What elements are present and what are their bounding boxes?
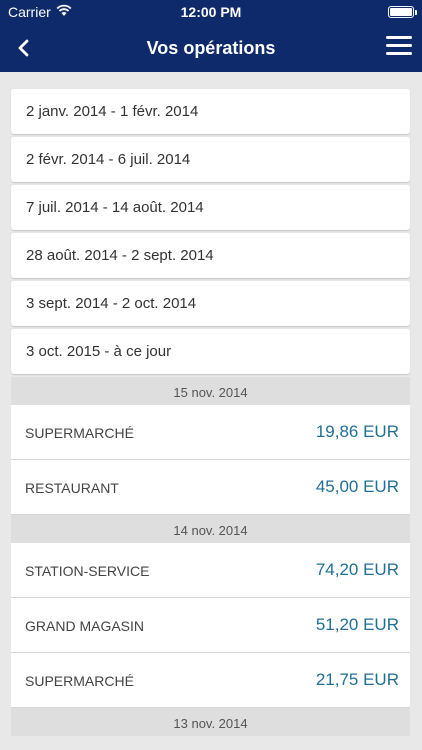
battery-icon bbox=[388, 6, 417, 18]
transaction-amount: 45,00 EUR bbox=[315, 477, 399, 496]
transaction-row[interactable]: GRAND MAGASIN 51,20 EUR bbox=[11, 598, 410, 653]
transaction-row[interactable]: SUPERMARCHÉ 19,86 EUR bbox=[11, 405, 410, 460]
period-item[interactable]: 28 août. 2014 - 2 sept. 2014 bbox=[11, 233, 410, 278]
top-bar: Carrier 12:00 PM Vos opérations bbox=[0, 0, 422, 72]
transaction-label: GRAND MAGASIN bbox=[25, 618, 145, 634]
transaction-amount: 21,75 EUR bbox=[315, 670, 399, 689]
transaction-label: SUPERMARCHÉ bbox=[25, 673, 134, 689]
period-list: 2 janv. 2014 - 1 févr. 2014 2 févr. 2014… bbox=[11, 89, 410, 377]
transaction-row[interactable]: STATION-SERVICE 74,20 EUR bbox=[11, 543, 410, 598]
transaction-label: RESTAURANT bbox=[25, 480, 119, 496]
date-header: 14 nov. 2014 bbox=[11, 515, 410, 543]
transaction-list: 15 nov. 2014 SUPERMARCHÉ 19,86 EUR RESTA… bbox=[11, 377, 410, 736]
transaction-amount: 51,20 EUR bbox=[315, 615, 399, 634]
chevron-left-icon bbox=[18, 39, 29, 57]
status-bar: Carrier 12:00 PM bbox=[0, 0, 422, 24]
period-item[interactable]: 7 juil. 2014 - 14 août. 2014 bbox=[11, 185, 410, 230]
transaction-label: STATION-SERVICE bbox=[25, 563, 150, 579]
transaction-amount: 19,86 EUR bbox=[315, 422, 399, 441]
date-header: 13 nov. 2014 bbox=[11, 708, 410, 736]
transaction-row[interactable]: SUPERMARCHÉ 21,75 EUR bbox=[11, 653, 410, 708]
transaction-label: SUPERMARCHÉ bbox=[25, 425, 134, 441]
page-title: Vos opérations bbox=[146, 38, 276, 58]
transaction-row[interactable]: RESTAURANT 45,00 EUR bbox=[11, 460, 410, 515]
period-item[interactable]: 2 janv. 2014 - 1 févr. 2014 bbox=[11, 89, 410, 134]
back-button[interactable] bbox=[10, 34, 38, 62]
period-item[interactable]: 2 févr. 2014 - 6 juil. 2014 bbox=[11, 137, 410, 182]
transaction-amount: 74,20 EUR bbox=[315, 560, 399, 579]
clock: 12:00 PM bbox=[180, 4, 242, 20]
hamburger-menu-icon[interactable] bbox=[386, 36, 412, 58]
date-header: 15 nov. 2014 bbox=[11, 377, 410, 405]
period-item[interactable]: 3 sept. 2014 - 2 oct. 2014 bbox=[11, 281, 410, 326]
period-item[interactable]: 3 oct. 2015 - à ce jour bbox=[11, 329, 410, 374]
navigation-bar: Vos opérations bbox=[0, 24, 422, 72]
